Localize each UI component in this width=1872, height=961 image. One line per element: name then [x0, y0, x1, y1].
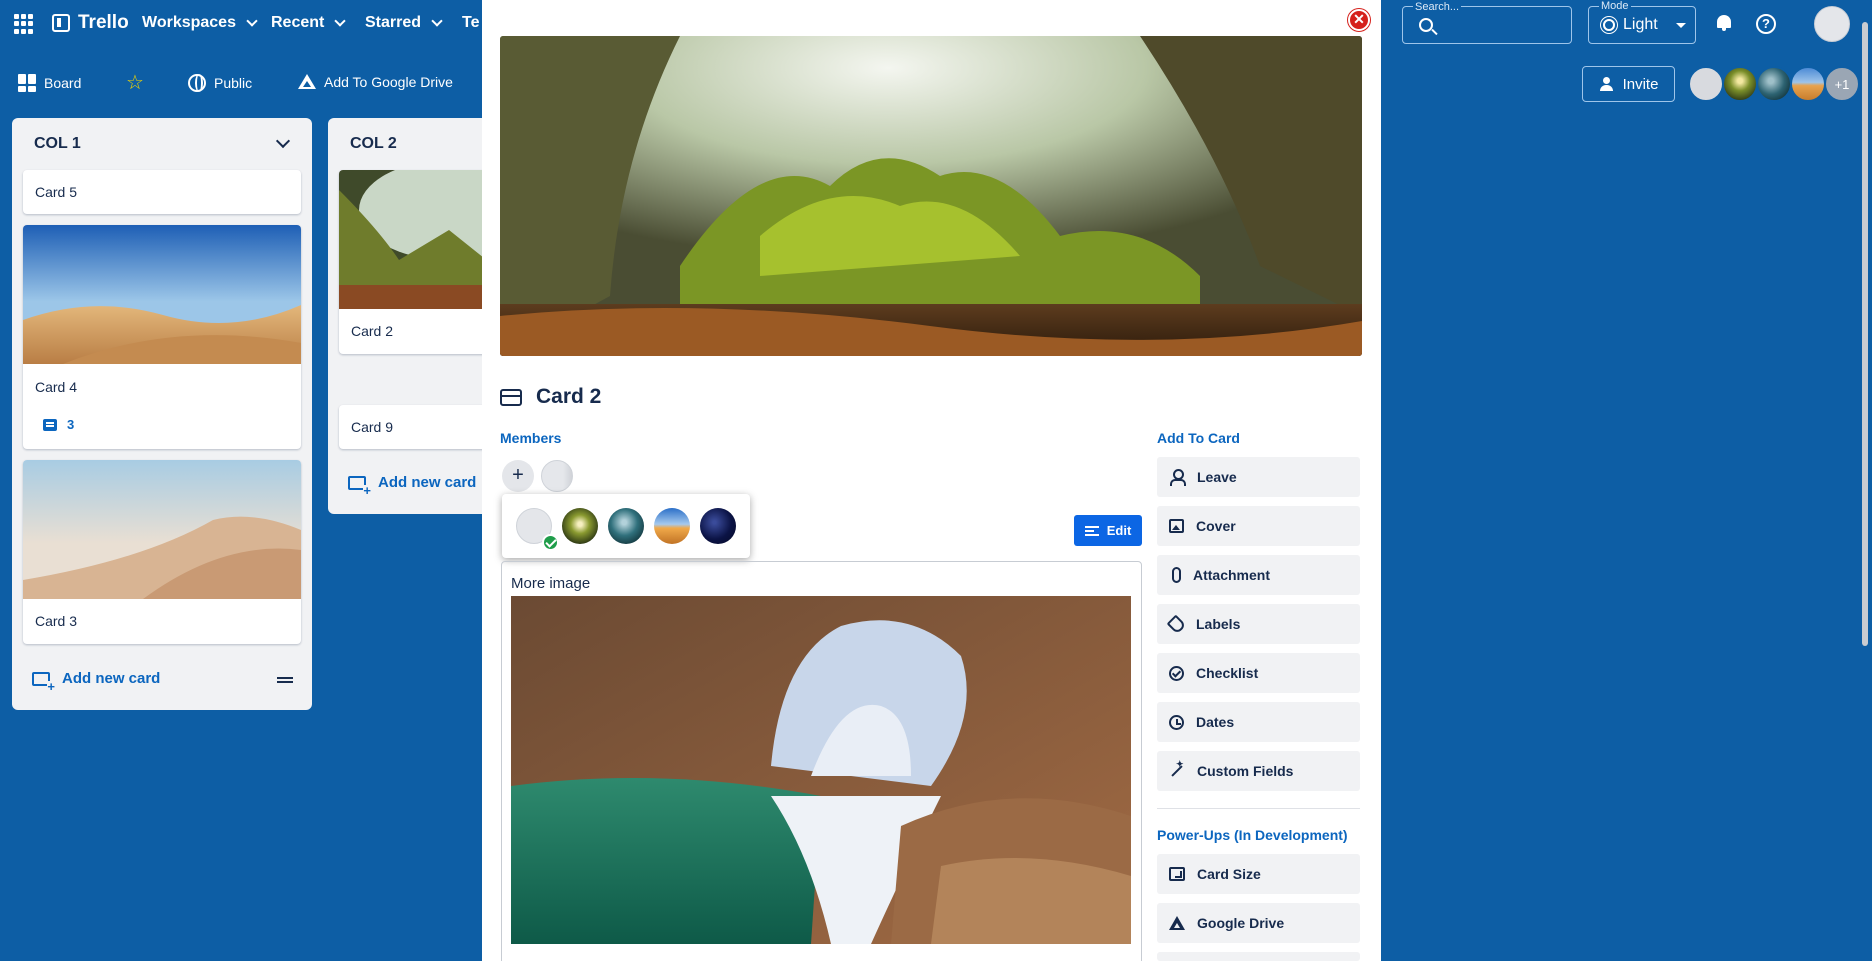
members-label: Members	[500, 430, 562, 446]
attachment-button[interactable]: Attachment	[1157, 555, 1360, 595]
labels-button[interactable]: Labels	[1157, 604, 1360, 644]
google-drive-icon	[1169, 915, 1185, 931]
google-drive-label: Google Drive	[1197, 915, 1285, 931]
leave-label: Leave	[1197, 469, 1237, 485]
edit-notes-icon	[1084, 525, 1099, 536]
add-to-card-label: Add To Card	[1157, 430, 1240, 446]
card-cover-image	[500, 36, 1362, 356]
member-option-avatar[interactable]	[700, 508, 736, 544]
add-member-button[interactable]: +	[502, 460, 534, 492]
check-icon	[542, 534, 559, 551]
checklist-label: Checklist	[1196, 665, 1259, 681]
custom-fields-label: Custom Fields	[1197, 763, 1294, 779]
card-title-row: Card 2	[500, 385, 601, 409]
clock-icon	[1169, 714, 1184, 730]
member-picker-popover	[502, 494, 750, 558]
member-option-avatar[interactable]	[562, 508, 598, 544]
dates-label: Dates	[1196, 714, 1235, 730]
edit-description-button[interactable]: Edit	[1074, 515, 1142, 546]
member-option-avatar[interactable]	[608, 508, 644, 544]
power-ups-label: Power-Ups (In Development)	[1157, 827, 1348, 843]
dates-button[interactable]: Dates	[1157, 702, 1360, 742]
more-powerup-button[interactable]	[1157, 952, 1360, 961]
label-tag-icon	[1166, 614, 1187, 634]
custom-fields-button[interactable]: Custom Fields	[1157, 751, 1360, 791]
member-avatar[interactable]	[541, 460, 573, 492]
aspect-ratio-icon	[1169, 867, 1185, 881]
attachment-label: Attachment	[1193, 567, 1271, 583]
divider	[1157, 808, 1360, 809]
card-size-button[interactable]: Card Size	[1157, 854, 1360, 894]
edit-label: Edit	[1106, 523, 1132, 538]
card-title-heading[interactable]: Card 2	[536, 385, 601, 409]
member-option-avatar[interactable]	[654, 508, 690, 544]
checklist-button[interactable]: Checklist	[1157, 653, 1360, 693]
magic-wand-icon	[1169, 759, 1185, 779]
paperclip-icon	[1172, 567, 1181, 583]
person-icon	[1169, 469, 1186, 486]
description-text: More image	[511, 575, 591, 592]
labels-label: Labels	[1196, 616, 1241, 632]
card-icon	[500, 388, 522, 406]
image-icon	[1169, 519, 1184, 533]
leave-button[interactable]: Leave	[1157, 457, 1360, 497]
google-drive-button[interactable]: Google Drive	[1157, 903, 1360, 943]
page-scrollbar[interactable]	[1862, 22, 1868, 646]
description-image	[511, 596, 1131, 944]
cover-button[interactable]: Cover	[1157, 506, 1360, 546]
check-circle-icon	[1169, 665, 1184, 681]
close-icon[interactable]: ✕	[1348, 9, 1370, 31]
cover-label: Cover	[1196, 518, 1236, 534]
card-size-label: Card Size	[1197, 866, 1261, 882]
